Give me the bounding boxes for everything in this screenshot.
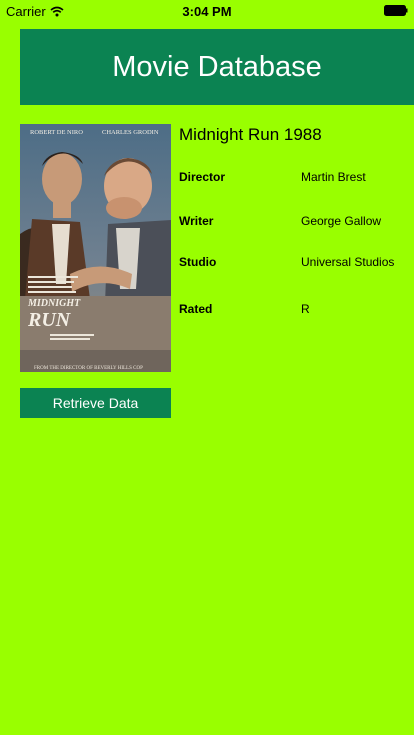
studio-label: Studio: [179, 255, 217, 269]
poster-actor-right: CHARLES GRODIN: [102, 129, 159, 136]
status-time: 3:04 PM: [182, 4, 232, 19]
movie-title: Midnight Run 1988: [179, 125, 322, 144]
studio-value: Universal Studios: [301, 255, 395, 269]
director-value: Martin Brest: [301, 170, 366, 184]
poster-image: ROBERT DE NIRO CHARLES GRODIN MIDNIGHT R…: [20, 124, 171, 372]
director-label: Director: [179, 170, 226, 184]
status-bar: Carrier 3:04 PM: [0, 0, 414, 22]
writer-value: George Gallow: [301, 214, 382, 228]
poster-title-line1: MIDNIGHT: [27, 298, 81, 309]
poster-title-line2: RUN: [27, 309, 72, 331]
rated-label: Rated: [179, 302, 213, 316]
app-header: Movie Database: [20, 29, 414, 105]
app-title: Movie Database: [112, 50, 322, 83]
poster-footer: FROM THE DIRECTOR OF BEVERLY HILLS COP: [34, 366, 143, 371]
movie-poster: ROBERT DE NIRO CHARLES GRODIN MIDNIGHT R…: [20, 124, 171, 372]
retrieve-data-button[interactable]: Retrieve Data: [20, 388, 171, 418]
battery-icon: [384, 5, 408, 16]
rated-value: R: [301, 302, 310, 316]
poster-actor-left: ROBERT DE NIRO: [30, 129, 83, 136]
writer-label: Writer: [179, 214, 214, 228]
